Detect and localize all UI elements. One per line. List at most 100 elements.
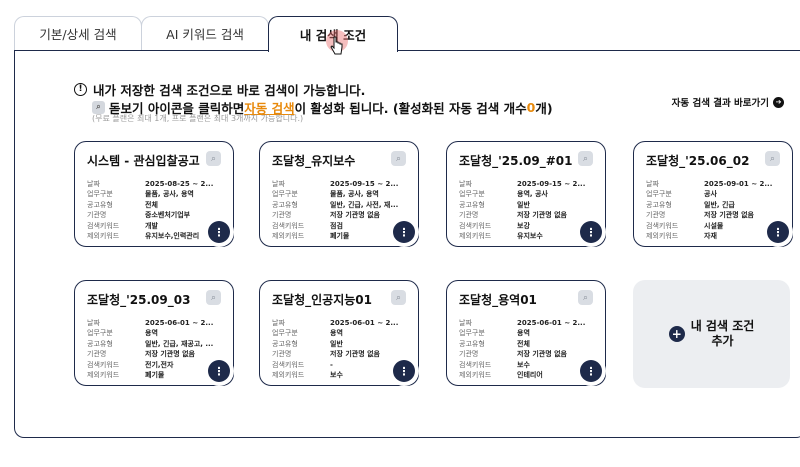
search-condition-card[interactable]: 조달청_유지보수 ⌕ 날짜 2025-09-15 ~ 2... 업무구분 물품, 공사, … (259, 141, 419, 247)
field-label: 제외키워드 (272, 371, 305, 380)
more-options-button[interactable]: ⋮ (204, 217, 234, 247)
search-condition-card[interactable]: 조달청_용역01 ⌕ 날짜 2025-06-01 ~ 2... 업무구분 용역 공고유형 전체… (446, 280, 606, 386)
more-options-button[interactable]: ⋮ (576, 356, 606, 386)
field-label: 날짜 (272, 319, 285, 327)
add-card-line-2: 추가 (711, 334, 734, 348)
field-label: 검색키워드 (272, 360, 305, 369)
field-label: 기관명 (272, 350, 292, 359)
plus-icon: + (668, 326, 685, 342)
info-line-2-post: 개) (535, 100, 553, 116)
search-condition-card[interactable]: 조달청_인공지능01 ⌕ 날짜 2025-06-01 ~ 2... 업무구분 용역 공고유형… (259, 280, 419, 386)
field-label: 제외키워드 (459, 232, 492, 241)
card-field-row: 업무구분 용역 (87, 328, 221, 338)
field-label: 기관명 (459, 211, 479, 220)
auto-search-results-link[interactable]: 자동 검색 결과 바로가기 ➔ (672, 95, 784, 109)
field-label: 공고유형 (272, 200, 298, 209)
field-value: 용역, 공사 (517, 190, 548, 199)
field-value: 일반, 긴급, 사전, 재... (330, 200, 399, 209)
tab-basic-search[interactable]: 기본/상세 검색 (14, 16, 142, 50)
field-label: 날짜 (646, 180, 659, 188)
card-fields: 날짜 2025-09-15 ~ 2... 업무구분 용역, 공사 공고유형 일반 기관명 저장… (459, 179, 593, 241)
tab-ai-keyword-search[interactable]: AI 키워드 검색 (141, 16, 269, 50)
field-label: 제외키워드 (646, 232, 679, 241)
field-label: 업무구분 (272, 190, 298, 199)
field-label: 업무구분 (87, 190, 113, 199)
field-label: 날짜 (87, 180, 100, 188)
field-label: 제외키워드 (87, 232, 120, 241)
card-fields: 날짜 2025-06-01 ~ 2... 업무구분 용역 공고유형 전체 기관명 저장 기관명… (459, 318, 593, 380)
magnifier-icon[interactable]: ⌕ (578, 151, 593, 166)
search-condition-card[interactable]: 조달청_'25.09_#01 ⌕ 날짜 2025-09-15 ~ 2... 업무구분 용역… (446, 141, 606, 247)
more-options-button[interactable]: ⋮ (763, 217, 793, 247)
card-field-row: 공고유형 전체 (459, 339, 593, 349)
card-field-row: 공고유형 전체 (87, 200, 221, 210)
arrow-right-icon: ➔ (773, 96, 784, 108)
card-field-row: 날짜 2025-09-01 ~ 2... (646, 179, 780, 189)
field-label: 검색키워드 (459, 360, 492, 369)
field-label: 기관명 (87, 211, 107, 220)
card-field-row: 날짜 2025-06-01 ~ 2... (272, 318, 406, 328)
field-label: 검색키워드 (459, 221, 492, 230)
card-title: 조달청_'25.06_02 (646, 154, 750, 168)
info-line-2-mid: 이 활성화 됩니다. (활성화된 자동 검색 개수 (294, 100, 527, 116)
field-value: 전체 (145, 200, 158, 209)
info-message: ! 내가 저장한 검색 조건으로 바로 검색이 가능합니다. ⌕ 돋보기 아이콘… (74, 80, 553, 116)
field-label: 검색키워드 (272, 221, 305, 230)
card-title: 조달청_'25.09_03 (87, 293, 191, 307)
card-title: 조달청_용역01 (459, 293, 537, 307)
field-label: 제외키워드 (87, 371, 120, 380)
card-field-row: 날짜 2025-09-15 ~ 2... (272, 179, 406, 189)
more-options-button[interactable]: ⋮ (389, 356, 419, 386)
magnifier-icon[interactable]: ⌕ (206, 151, 221, 166)
card-field-row: 제외키워드 인테리어 (459, 370, 593, 380)
alert-circle-icon: ! (74, 82, 87, 96)
card-field-row: 공고유형 일반 (459, 200, 593, 210)
search-condition-card[interactable]: 조달청_'25.06_02 ⌕ 날짜 2025-09-01 ~ 2... 업무구분 공사 공… (633, 141, 793, 247)
field-label: 날짜 (459, 319, 472, 327)
card-field-row: 제외키워드 보수 (272, 370, 406, 380)
search-condition-card[interactable]: 시스템 - 관심입찰공고 ⌕ 날짜 2025-08-25 ~ 2... 업무구분 물품, … (74, 141, 234, 247)
field-label: 검색키워드 (646, 221, 679, 230)
card-field-row: 기관명 중소벤처기업부 (87, 210, 221, 220)
pointer-cursor-icon (326, 30, 348, 60)
plan-limit-note: (무료 플랜은 최대 1개, 프로 플랜은 최대 3개까지 가능합니다.) (92, 114, 304, 123)
field-value: 2025-06-01 ~ 2... (517, 319, 586, 327)
field-label: 기관명 (646, 211, 666, 220)
card-title: 조달청_인공지능01 (272, 293, 372, 307)
add-search-condition-button[interactable]: + 내 검색 조건 추가 (633, 280, 790, 388)
search-condition-card[interactable]: 조달청_'25.09_03 ⌕ 날짜 2025-06-01 ~ 2... 업무구분 용역 공… (74, 280, 234, 386)
more-options-button[interactable]: ⋮ (576, 217, 606, 247)
field-label: 제외키워드 (459, 371, 492, 380)
magnifier-icon[interactable]: ⌕ (765, 151, 780, 166)
field-label: 공고유형 (459, 200, 485, 209)
field-value: 2025-06-01 ~ 2... (330, 319, 399, 327)
field-label: 기관명 (272, 211, 292, 220)
card-field-row: 검색키워드 개발 (87, 221, 221, 231)
card-field-row: 업무구분 물품, 공사, 용역 (272, 189, 406, 199)
card-field-row: 공고유형 일반, 긴급, 재공고, ... (87, 339, 221, 349)
field-value: 2025-09-01 ~ 2... (704, 180, 773, 188)
card-field-row: 날짜 2025-06-01 ~ 2... (87, 318, 221, 328)
magnifier-icon[interactable]: ⌕ (578, 290, 593, 305)
more-options-button[interactable]: ⋮ (204, 356, 234, 386)
magnifier-icon[interactable]: ⌕ (206, 290, 221, 305)
field-label: 검색키워드 (87, 360, 120, 369)
magnifier-icon[interactable]: ⌕ (391, 151, 406, 166)
field-value: 전체 (517, 339, 530, 348)
field-value: 용역 (330, 329, 343, 338)
card-field-row: 제외키워드 폐기물 (87, 370, 221, 380)
field-label: 업무구분 (87, 329, 113, 338)
card-field-row: 공고유형 일반 (272, 339, 406, 349)
card-field-row: 업무구분 용역 (272, 328, 406, 338)
card-field-row: 날짜 2025-09-15 ~ 2... (459, 179, 593, 189)
field-value: 일반 (330, 339, 343, 348)
card-field-row: 공고유형 일반, 긴급, 사전, 재... (272, 200, 406, 210)
more-vertical-icon: ⋮ (208, 221, 230, 243)
card-field-row: 업무구분 공사 (646, 189, 780, 199)
more-vertical-icon: ⋮ (580, 360, 602, 382)
more-options-button[interactable]: ⋮ (389, 217, 419, 247)
field-value: 물품, 공사, 용역 (330, 190, 379, 199)
field-label: 기관명 (87, 350, 107, 359)
field-label: 기관명 (459, 350, 479, 359)
magnifier-icon[interactable]: ⌕ (391, 290, 406, 305)
